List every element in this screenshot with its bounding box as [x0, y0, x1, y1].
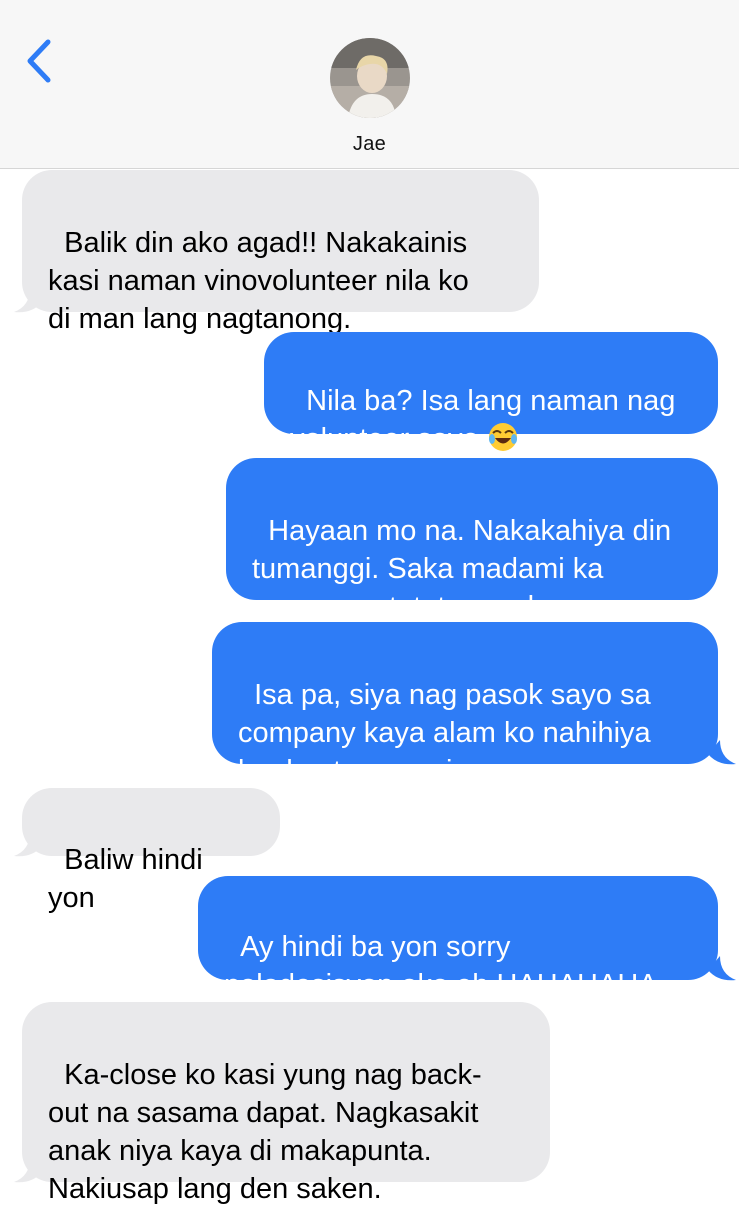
bubble-tail: [708, 740, 736, 765]
bubble-tail: [14, 1158, 42, 1183]
contact-name[interactable]: Jae: [0, 133, 739, 156]
message-bubble-sent[interactable]: Isa pa, siya nag pasok sayo sa company k…: [212, 622, 718, 787]
message-bubble-sent[interactable]: Hayaan mo na. Nakakahiya din tumanggi. S…: [226, 458, 718, 623]
contact-avatar[interactable]: [330, 38, 410, 118]
message-text: Baliw hindi yon: [48, 844, 211, 914]
message-bubble-sent[interactable]: Ay hindi ba yon sorry paladesisyon ako e…: [198, 876, 718, 1001]
message-bubble-received[interactable]: Baliw hindi yon: [22, 788, 280, 914]
message-text: Ka-close ko kasi yung nag back- out na s…: [48, 1059, 482, 1205]
avatar-photo: [330, 38, 410, 118]
message-text: Nila ba? Isa lang naman nag volunteer sa…: [290, 385, 676, 455]
chevron-left-icon: [27, 39, 51, 83]
message-text: Isa pa, siya nag pasok sayo sa company k…: [238, 679, 651, 787]
message-text: Ay hindi ba yon sorry paladesisyon ako e…: [224, 931, 658, 1001]
conversation-header: Jae: [0, 0, 739, 169]
bubble-tail: [14, 832, 42, 857]
message-text: Balik din ako agad!! Nakakainis kasi nam…: [48, 227, 469, 335]
face-with-tears-of-joy-icon: [488, 423, 517, 451]
back-button[interactable]: [22, 36, 62, 86]
message-bubble-received[interactable]: Ka-close ko kasi yung nag back- out na s…: [22, 1002, 550, 1205]
message-text: Hayaan mo na. Nakakahiya din tumanggi. S…: [252, 515, 672, 623]
bubble-tail: [14, 288, 42, 313]
bubble-tail: [708, 956, 736, 981]
message-bubble-sent[interactable]: Nila ba? Isa lang naman nag volunteer sa…: [264, 332, 718, 455]
message-bubble-received[interactable]: Balik din ako agad!! Nakakainis kasi nam…: [22, 170, 539, 335]
